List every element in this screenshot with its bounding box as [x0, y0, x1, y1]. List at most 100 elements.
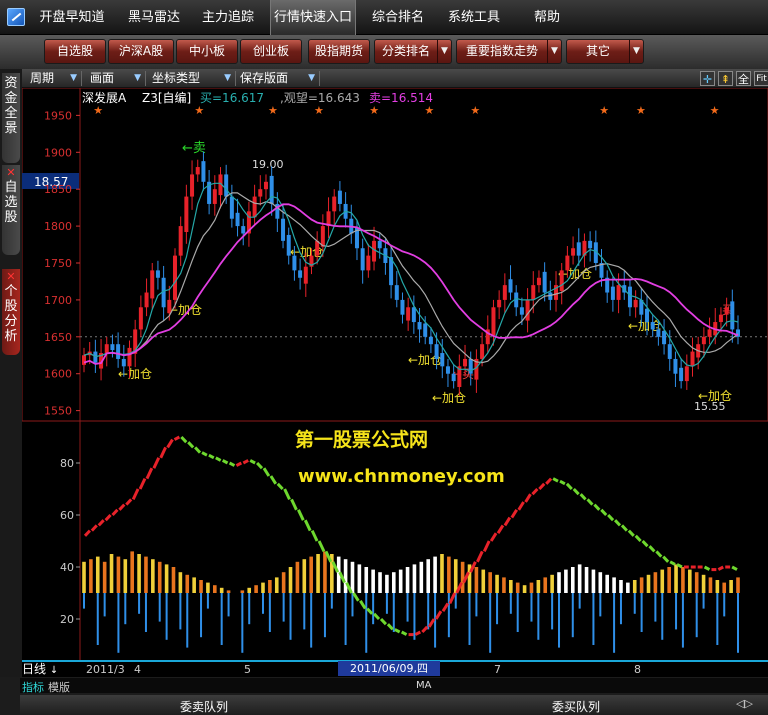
candle-body: [588, 240, 593, 249]
indicator-bar: [240, 590, 245, 593]
indicator-bar: [419, 561, 424, 593]
side-tab-bar: 资金全景 ✕ 自选股 ✕ 个股分析: [0, 69, 22, 715]
indicator-bar-negative: [468, 593, 471, 645]
pin-icon[interactable]: ⇞: [718, 71, 733, 86]
indicator-bar: [632, 580, 637, 593]
candle-body: [667, 344, 672, 359]
indicator-bar: [206, 582, 210, 593]
indicator-line-segment: [180, 435, 188, 444]
date-tick: 4: [134, 663, 141, 676]
indicator-line-segment: [90, 524, 98, 532]
save-layout-dropdown[interactable]: 保存版面 ▼: [234, 71, 320, 86]
indicator-line-segment: [303, 519, 312, 532]
indicator-bar: [433, 556, 437, 593]
indicator-line-segment: [559, 479, 566, 486]
menu-item-morning[interactable]: 开盘早知道: [32, 0, 112, 35]
indicator-line-segment: [242, 459, 249, 465]
indicator-line-segment: [510, 509, 518, 519]
candle-body: [258, 189, 263, 197]
indicator-line-segment: [269, 475, 278, 485]
menu-item-dark-horse[interactable]: 黑马雷达: [120, 0, 188, 35]
menu-item-ranking[interactable]: 综合排名: [364, 0, 432, 35]
indicator-line-segment: [159, 446, 167, 459]
queue-nav-icon[interactable]: ◁▷: [736, 697, 753, 710]
gem-board-button[interactable]: 创业板: [240, 39, 302, 64]
menu-item-quick-entry[interactable]: 行情快速入口: [270, 0, 356, 35]
category-rank-button[interactable]: 分类排名 ▼: [374, 39, 452, 64]
indicator-bar: [178, 572, 183, 593]
index-trend-button[interactable]: 重要指数走势 ▼: [456, 39, 562, 64]
sell-queue-label[interactable]: 委卖队列: [180, 698, 228, 715]
candle-body: [445, 366, 450, 374]
candle-body: [235, 212, 240, 227]
indicator-bar: [123, 559, 128, 593]
indicator-line-segment: [641, 539, 649, 548]
candle-body: [263, 181, 268, 190]
indicator-bar: [694, 572, 699, 593]
period-label: 周期: [30, 71, 55, 85]
indicator-bar-negative: [282, 593, 285, 622]
tab-indicator[interactable]: 指标: [22, 679, 44, 695]
indicator-line-segment: [352, 592, 360, 602]
sh-sz-a-button[interactable]: 沪深A股: [108, 39, 174, 64]
indicator-line-segment: [531, 487, 539, 496]
buy-queue-label[interactable]: 委买队列: [552, 698, 600, 715]
save-layout-label: 保存版面: [240, 71, 289, 85]
y-tick-label: 80: [60, 457, 74, 470]
indicator-bar: [357, 564, 362, 593]
indicator-line-segment: [131, 488, 140, 501]
menu-item-main-force[interactable]: 主力追踪: [194, 0, 262, 35]
menu-item-help[interactable]: 帮助: [520, 0, 574, 35]
axis-type-dropdown[interactable]: 坐标类型 ▼: [146, 71, 236, 86]
candle-body: [372, 240, 377, 262]
y-tick-label: 1850: [44, 183, 72, 196]
sme-board-button[interactable]: 中小板: [176, 39, 238, 64]
indicator-line-segment: [228, 461, 236, 467]
period-dropdown[interactable]: 周期 ▼: [24, 71, 82, 86]
fullscreen-button[interactable]: 全: [736, 71, 751, 86]
chevron-down-icon: ▼: [134, 73, 141, 83]
indicator-bar-negative: [475, 593, 478, 617]
indicator-bar-negative: [702, 593, 705, 609]
indicator-bar: [350, 561, 355, 593]
app-logo-icon[interactable]: [7, 8, 25, 26]
menu-item-tools[interactable]: 系统工具: [440, 0, 508, 35]
tab-template[interactable]: 模版: [48, 679, 70, 695]
indicator-bar-negative: [248, 593, 251, 625]
period-indicator[interactable]: 日线 ↓: [22, 660, 58, 677]
candle-body: [241, 226, 246, 234]
indicator-bar: [612, 577, 616, 593]
bottom-panel: 日线 ↓ 指标 模版 MA 委卖队列 委买队列 ◁▷: [0, 662, 768, 715]
indicator-line-segment: [634, 534, 642, 543]
view-dropdown[interactable]: 画面 ▼: [84, 71, 146, 86]
indicator-bar: [95, 556, 100, 593]
indicator-line-segment: [201, 451, 208, 457]
indicator-bar: [550, 574, 554, 593]
fit-icon[interactable]: Fit: [754, 71, 768, 86]
candle-body: [172, 255, 177, 300]
date-tick: 5: [244, 663, 251, 676]
indicator-line-segment: [572, 487, 580, 496]
side-tab-watchlist[interactable]: ✕ 自选股: [2, 165, 20, 255]
side-tab-stock-analysis[interactable]: ✕ 个股分析: [2, 269, 20, 355]
indicator-bar: [515, 582, 520, 593]
candle-body: [559, 270, 564, 292]
candle-body: [320, 226, 325, 247]
watchlist-button[interactable]: 自选股: [44, 39, 106, 64]
indicator-line-segment: [386, 623, 394, 631]
indicator-bar: [474, 567, 479, 593]
indicator-bar: [660, 569, 665, 593]
indicator-bar-negative: [619, 593, 622, 625]
side-tab-capital[interactable]: 资金全景: [2, 73, 20, 163]
toolbar: 自选股 沪深A股 中小板 创业板 股指期货 分类排名 ▼ 重要指数走势 ▼ 其它…: [0, 35, 768, 69]
crosshair-icon[interactable]: ✛: [700, 71, 715, 86]
kline-chart[interactable]: 深发展A Z3[自编] 买=16.617 ,观望=16.643 卖=16.514…: [22, 88, 768, 662]
close-icon[interactable]: ✕: [2, 269, 20, 284]
close-icon[interactable]: ✕: [2, 165, 20, 180]
indicator-bar: [288, 567, 293, 593]
other-button[interactable]: 其它 ▼: [566, 39, 644, 64]
indicator-bar-negative: [613, 593, 616, 653]
indicator-bar: [584, 567, 589, 593]
indicator-bar: [309, 556, 313, 593]
index-futures-button[interactable]: 股指期货: [308, 39, 370, 64]
